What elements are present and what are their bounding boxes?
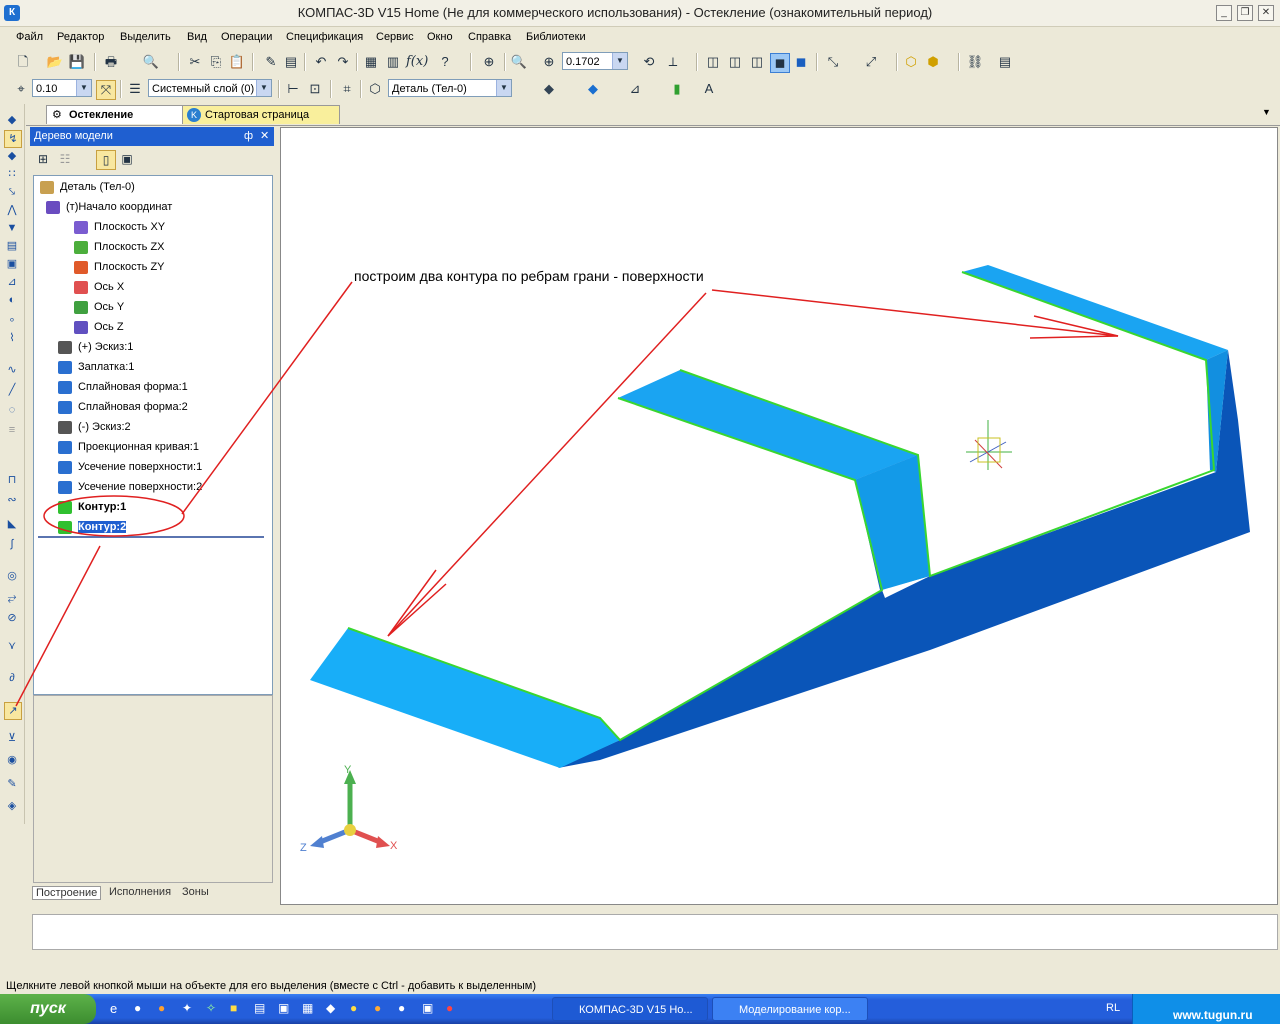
axis-z-label: Z bbox=[300, 842, 307, 854]
start-button[interactable]: пуск bbox=[0, 994, 96, 1024]
watermark-text: www.tugun.ru bbox=[1173, 1008, 1253, 1022]
folder-icon[interactable]: ■ bbox=[230, 1001, 237, 1015]
start-label: пуск bbox=[30, 1000, 66, 1017]
annotation-arrows bbox=[15, 281, 1119, 707]
kompas-icon[interactable]: ● bbox=[398, 1001, 405, 1015]
calc-icon[interactable]: ▦ bbox=[302, 1001, 313, 1015]
status-bar: Щелкните левой кнопкой мыши на объекте д… bbox=[6, 980, 537, 992]
avast-icon[interactable]: ● bbox=[350, 1001, 357, 1015]
media-icon[interactable]: ● bbox=[134, 1001, 141, 1015]
ie-icon[interactable]: e bbox=[110, 1001, 117, 1016]
task-label: Моделирование кор... bbox=[739, 1004, 851, 1016]
paint-icon[interactable]: ▣ bbox=[278, 1001, 289, 1015]
firefox-icon[interactable]: ● bbox=[158, 1001, 165, 1015]
model-front-ramp bbox=[310, 628, 620, 768]
scene-overlay bbox=[15, 265, 1250, 848]
local-cs-icon bbox=[966, 420, 1012, 470]
rss-icon[interactable]: ● bbox=[374, 1001, 381, 1015]
model-right-ramp bbox=[962, 265, 1228, 360]
disk-icon[interactable]: ▣ bbox=[422, 1001, 433, 1015]
chess-icon[interactable]: ◆ bbox=[326, 1001, 335, 1015]
axis-y-label: Y bbox=[344, 764, 352, 776]
task-browser[interactable]: Моделирование кор... bbox=[712, 997, 868, 1021]
annotation-text: построим два контура по ребрам грани - п… bbox=[354, 268, 704, 284]
language-indicator[interactable]: RL bbox=[1106, 1002, 1120, 1014]
tool-icon[interactable]: ✧ bbox=[206, 1001, 216, 1015]
task-label: КОМПАС-3D V15 Ho... bbox=[579, 1004, 693, 1016]
task-kompas[interactable]: КОМПАС-3D V15 Ho... bbox=[552, 997, 708, 1021]
model-left-block-top bbox=[618, 370, 918, 480]
axis-x-label: X bbox=[390, 840, 398, 852]
command-box[interactable] bbox=[32, 914, 1278, 950]
taskbar: пуск e ● ● ✦ ✧ ■ ▤ ▣ ▦ ◆ ● ● ● ▣ ● КОМПА… bbox=[0, 994, 1280, 1024]
notepad-icon[interactable]: ▤ bbox=[254, 1001, 265, 1015]
chrome-icon[interactable]: ● bbox=[446, 1001, 453, 1015]
axis-triad bbox=[310, 770, 390, 848]
app-icon[interactable]: ✦ bbox=[182, 1001, 192, 1015]
system-tray: www.tugun.ru bbox=[1132, 994, 1280, 1024]
